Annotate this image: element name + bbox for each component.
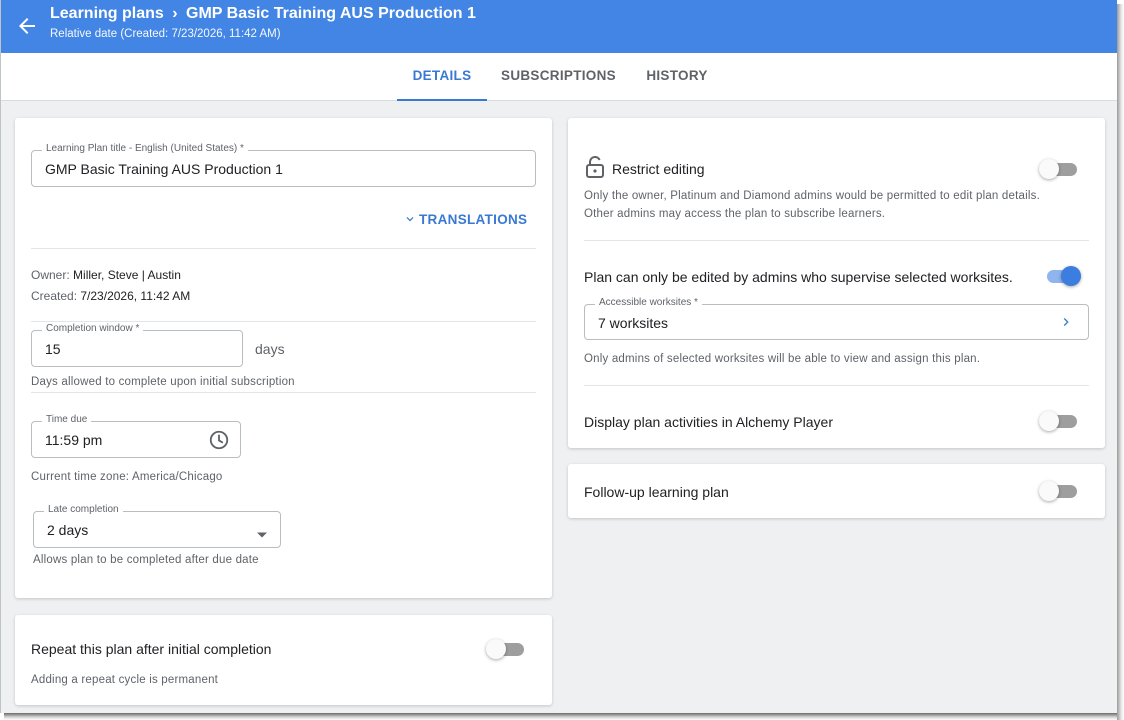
owner-value: Miller, Steve | Austin (73, 268, 181, 282)
tab-subscriptions[interactable]: SUBSCRIPTIONS (493, 53, 624, 101)
accessible-worksites-label: Accessible worksites * (595, 297, 702, 308)
time-due-field[interactable]: Time due 11:59 pm (31, 414, 241, 458)
restrict-editing-helper-line1: Only the owner, Platinum and Diamond adm… (584, 190, 1040, 202)
restrict-editing-title: Restrict editing (612, 161, 705, 177)
late-completion-helper: Allows plan to be completed after due da… (33, 554, 259, 566)
toggle-thumb (1039, 481, 1059, 501)
toggle-thumb (1039, 159, 1059, 179)
divider (31, 321, 536, 322)
restrict-editing-helper-line2: Other admins may access the plan to subs… (584, 208, 886, 220)
accessible-worksites-helper: Only admins of selected worksites will b… (584, 353, 981, 365)
chevron-down-icon (406, 217, 414, 222)
breadcrumb-learning-plans[interactable]: Learning plans (50, 5, 164, 22)
details-card: Learning Plan title - English (United St… (15, 118, 552, 598)
chevron-right-icon[interactable] (1058, 314, 1074, 335)
divider (584, 385, 1089, 386)
completion-window-label: Completion window * (42, 323, 144, 334)
accessible-worksites-value: 7 worksites (598, 315, 669, 331)
toggle-thumb (486, 639, 506, 659)
breadcrumb-separator: › (172, 5, 178, 22)
created-value: 7/23/2026, 11:42 AM (80, 289, 191, 303)
repeat-title: Repeat this plan after initial completio… (31, 641, 272, 657)
window-shadow-right (1117, 4, 1124, 720)
alchemy-player-toggle[interactable] (1039, 411, 1077, 431)
arrow-back-icon[interactable] (15, 14, 39, 38)
restrictions-card: Restrict editing Only the owner, Platinu… (568, 118, 1105, 448)
late-completion-value: 2 days (47, 522, 89, 538)
late-completion-label: Late completion (44, 504, 123, 515)
worksite-edit-title: Plan can only be edited by admins who su… (584, 269, 1013, 285)
page-title: GMP Basic Training AUS Production 1 (186, 5, 476, 22)
toggle-thumb (1061, 266, 1081, 286)
tab-history[interactable]: HISTORY (637, 53, 717, 101)
repeat-helper: Adding a repeat cycle is permanent (31, 674, 219, 686)
owner-row: Owner: Miller, Steve | Austin (31, 268, 181, 282)
accessible-worksites-field[interactable]: Accessible worksites * 7 worksites (584, 297, 1089, 340)
completion-window-field[interactable]: Completion window * 15 (31, 323, 243, 367)
late-completion-select[interactable]: Late completion 2 days (33, 504, 281, 548)
divider (31, 248, 536, 249)
created-row: Created: 7/23/2026, 11:42 AM (31, 289, 190, 303)
time-due-label: Time due (42, 414, 92, 425)
created-label: Created: (31, 289, 78, 303)
follow-up-card: Follow-up learning plan (568, 464, 1105, 518)
tab-details[interactable]: DETAILS (397, 53, 487, 101)
repeat-toggle[interactable] (486, 639, 524, 659)
dropdown-arrow-icon (256, 526, 268, 544)
app-window: Learning plans › GMP Basic Training AUS … (0, 0, 1117, 713)
completion-window-value: 15 (45, 341, 61, 357)
alchemy-player-title: Display plan activities in Alchemy Playe… (584, 414, 833, 430)
page-subtitle: Relative date (Created: 7/23/2026, 11:42… (50, 28, 281, 40)
lock-open-icon (585, 156, 605, 183)
restrict-editing-toggle[interactable] (1039, 159, 1077, 179)
worksite-edit-toggle[interactable] (1043, 266, 1081, 286)
translations-button[interactable]: TRANSLATIONS (403, 212, 527, 227)
toggle-thumb (1039, 411, 1059, 431)
breadcrumb: Learning plans › GMP Basic Training AUS … (50, 5, 476, 23)
owner-label: Owner: (31, 268, 70, 282)
repeat-card: Repeat this plan after initial completio… (15, 615, 552, 705)
window-shadow-bottom (4, 713, 1117, 720)
follow-up-title: Follow-up learning plan (584, 484, 729, 500)
time-due-value: 11:59 pm (45, 432, 103, 448)
plan-title-label: Learning Plan title - English (United St… (42, 143, 248, 154)
follow-up-toggle[interactable] (1039, 481, 1077, 501)
divider (31, 392, 536, 393)
tab-bar: DETAILS SUBSCRIPTIONS HISTORY (1, 53, 1117, 101)
translations-label: TRANSLATIONS (419, 212, 528, 227)
completion-window-unit: days (255, 341, 285, 357)
completion-window-helper: Days allowed to complete upon initial su… (31, 376, 295, 388)
plan-title-field[interactable]: Learning Plan title - English (United St… (31, 143, 536, 187)
divider (584, 240, 1089, 241)
clock-icon[interactable] (208, 429, 230, 456)
time-zone-helper: Current time zone: America/Chicago (31, 471, 223, 483)
plan-title-value: GMP Basic Training AUS Production 1 (45, 161, 283, 177)
top-app-bar: Learning plans › GMP Basic Training AUS … (1, 0, 1117, 53)
